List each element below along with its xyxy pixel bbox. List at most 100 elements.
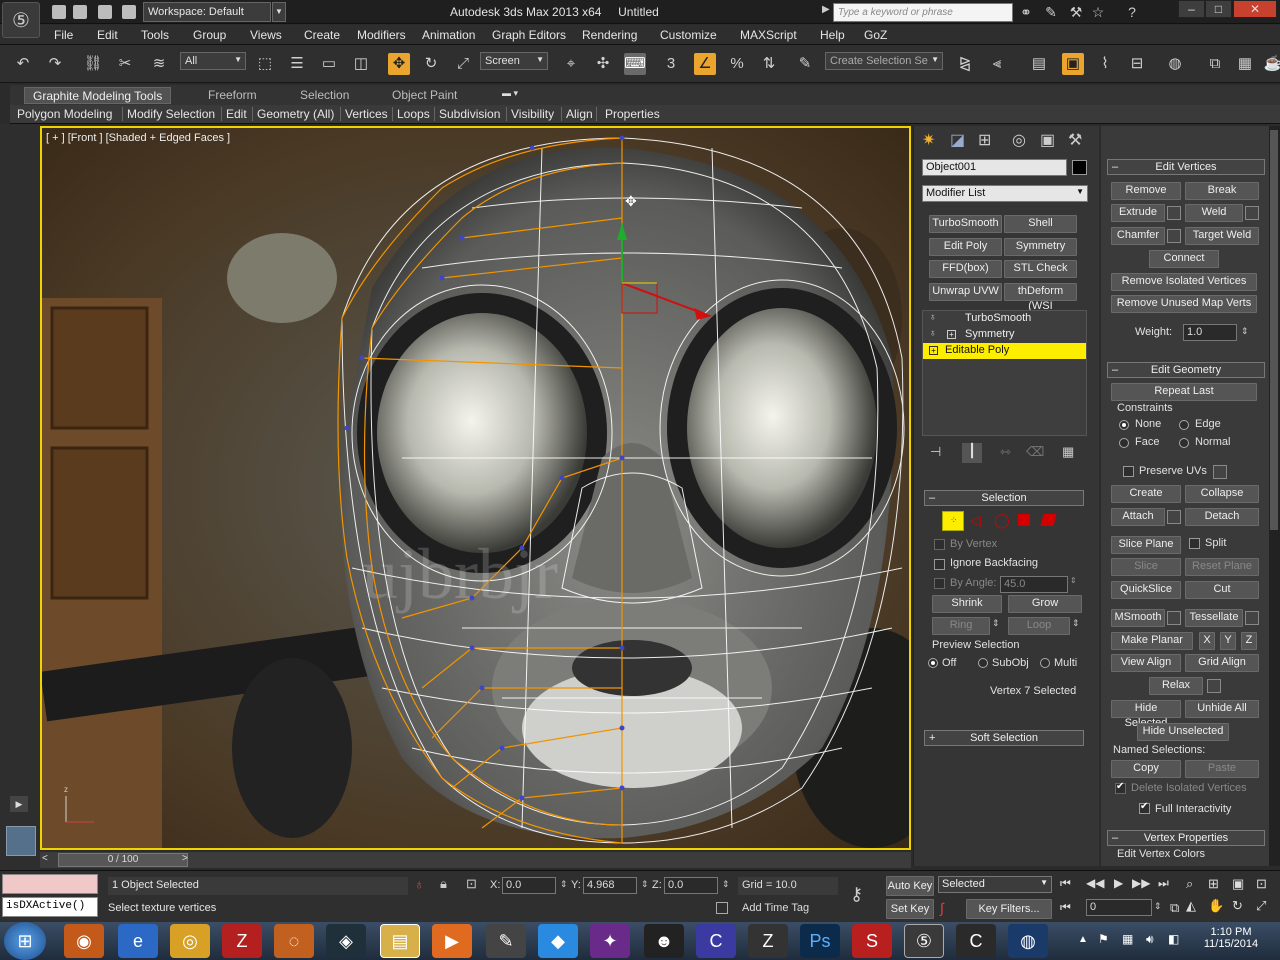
app-icon[interactable]: ☻ [644, 924, 684, 958]
selection-lock-icon[interactable]: 🔒︎ [440, 876, 447, 892]
chevron-down-icon[interactable]: ▼ [272, 2, 286, 22]
expand-arrow-icon[interactable]: ▶ [822, 4, 830, 15]
menu-modifiers[interactable]: Modifiers [357, 28, 406, 42]
grow-button[interactable]: Grow [1008, 595, 1082, 613]
object-name-field[interactable]: Object001 [922, 159, 1067, 176]
3ds-max-taskbar-icon[interactable]: ⑤ [904, 924, 944, 958]
weight-field[interactable]: 1.0 [1183, 324, 1237, 341]
time-slider[interactable]: < 0 / 100 > [40, 852, 911, 868]
spinner-icon[interactable]: ⇕ [1070, 576, 1077, 585]
panel-align[interactable]: Align [566, 107, 593, 121]
lightbulb-icon[interactable]: ♁ [929, 312, 937, 323]
key-filters-button[interactable]: Key Filters... [966, 899, 1052, 919]
expand-plus-icon[interactable]: + [947, 330, 956, 339]
copy-button[interactable]: Copy [1111, 760, 1181, 778]
preview-multi-radio[interactable] [1040, 658, 1050, 668]
ring-spinner-icon[interactable]: ⇕ [992, 618, 1000, 629]
panel-geometry-all[interactable]: Geometry (All) [257, 107, 334, 121]
hide-unselected-button[interactable]: Hide Unselected [1137, 723, 1229, 741]
stack-item-editable-poly[interactable]: + Editable Poly [923, 343, 1086, 359]
undo-icon[interactable]: ↶ [12, 53, 34, 75]
edit-poly-button[interactable]: Edit Poly [929, 238, 1002, 256]
z-spinner-icon[interactable]: ⇕ [722, 879, 730, 890]
detach-button[interactable]: Detach [1185, 508, 1259, 526]
panel-polygon-modeling[interactable]: Polygon Modeling [17, 107, 112, 121]
configure-modifier-sets-icon[interactable]: ▦ [1062, 444, 1074, 460]
maxscript-mini-input[interactable]: isDXActive() [2, 897, 98, 917]
modify-tab-icon[interactable]: ◪ [950, 130, 965, 150]
weld-button[interactable]: Weld [1185, 204, 1243, 222]
y-coordinate-field[interactable]: 4.968 [583, 877, 637, 894]
minimize-button[interactable]: – [1178, 0, 1205, 18]
keyboard-shortcut-override-icon[interactable]: ⌨ [624, 53, 646, 75]
maximize-viewport-icon[interactable]: ⤢ [1256, 898, 1266, 914]
relax-button[interactable]: Relax [1149, 677, 1203, 695]
angle-snap-icon[interactable]: ∠ [694, 53, 716, 75]
named-selection-dropdown[interactable]: Create Selection Se ▼ [825, 52, 943, 70]
tab-graphite-modeling-tools[interactable]: Graphite Modeling Tools [24, 87, 172, 104]
motion-tab-icon[interactable]: ◎ [1012, 130, 1026, 150]
firefox-icon[interactable]: ◉ [64, 924, 104, 958]
menu-group[interactable]: Group [193, 28, 226, 42]
ribbon-options-icon[interactable]: ▬ ▾ [502, 88, 518, 99]
workspace-dropdown[interactable]: Workspace: Default [143, 2, 271, 22]
unhide-all-button[interactable]: Unhide All [1185, 700, 1259, 718]
menu-create[interactable]: Create [304, 28, 340, 42]
dropbox-icon[interactable]: ◆ [538, 924, 578, 958]
constraint-normal-radio[interactable] [1179, 438, 1189, 448]
remove-button[interactable]: Remove [1111, 182, 1181, 200]
previous-frame-icon[interactable]: ◀◀ [1086, 876, 1104, 890]
extrude-button[interactable]: Extrude [1111, 204, 1165, 222]
pan-view-icon[interactable]: ✋ [1208, 898, 1224, 914]
pivot-center-icon[interactable]: ⌖ [560, 53, 582, 75]
vertex-mode-icon[interactable]: ⁘ [942, 511, 964, 531]
panel-properties[interactable]: Properties [605, 107, 660, 121]
move-icon[interactable]: ✥ [388, 53, 410, 75]
panel-vertices[interactable]: Vertices [345, 107, 388, 121]
connect-button[interactable]: Connect [1149, 250, 1219, 268]
maximize-button[interactable]: □ [1205, 0, 1232, 18]
chrome-icon[interactable]: ◎ [170, 924, 210, 958]
clock[interactable]: 1:10 PM 11/15/2014 [1196, 926, 1266, 950]
time-configuration-icon[interactable]: ⧉ [1170, 900, 1179, 916]
reference-coord-dropdown[interactable]: Screen ▼ [480, 52, 548, 70]
reset-plane-button[interactable]: Reset Plane [1185, 558, 1259, 576]
subscription-icon[interactable]: ⚒ [1068, 4, 1084, 20]
object-color-swatch[interactable] [1072, 160, 1087, 175]
play-icon[interactable]: ▶ [1114, 876, 1123, 890]
msmooth-button[interactable]: MSmooth [1111, 609, 1165, 627]
constraint-face-radio[interactable] [1119, 438, 1129, 448]
x-spinner-icon[interactable]: ⇕ [560, 879, 568, 890]
zoom-icon[interactable]: ⌕ [1186, 876, 1193, 892]
border-mode-icon[interactable]: ◯ [994, 512, 1010, 529]
menu-file[interactable]: File [54, 28, 73, 42]
tessellate-button[interactable]: Tessellate [1185, 609, 1243, 627]
panel-visibility[interactable]: Visibility [511, 107, 554, 121]
favorites-star-icon[interactable]: ☆ [1090, 4, 1106, 20]
frame-spinner-icon[interactable]: ⇕ [1154, 901, 1162, 912]
cut-button[interactable]: Cut [1185, 581, 1259, 599]
maxscript-listener-field[interactable] [2, 874, 98, 894]
zoom-all-icon[interactable]: ⊞ [1208, 876, 1219, 892]
link-icon[interactable]: ⛓ [82, 53, 104, 75]
volume-icon[interactable]: 🔊︎ [1146, 932, 1154, 947]
make-planar-button[interactable]: Make Planar [1111, 632, 1193, 650]
chamfer-settings-icon[interactable] [1167, 229, 1181, 243]
preserve-uvs-settings-icon[interactable] [1213, 465, 1227, 479]
default-in-out-tangent-icon[interactable]: ∫ [940, 900, 944, 916]
show-hidden-icons-icon[interactable]: ▲ [1078, 934, 1088, 945]
app-icon[interactable]: ◌ [274, 924, 314, 958]
go-to-start-icon[interactable]: ⏮ [1060, 876, 1071, 891]
weld-settings-icon[interactable] [1245, 206, 1259, 220]
current-frame-field[interactable]: 0 [1086, 899, 1152, 916]
material-editor-icon[interactable]: ◍ [1164, 53, 1186, 75]
polygon-mode-icon[interactable] [1018, 514, 1030, 526]
shrink-button[interactable]: Shrink [932, 595, 1002, 613]
planar-x-button[interactable]: X [1199, 632, 1215, 650]
symmetry-button[interactable]: Symmetry [1004, 238, 1077, 256]
edit-named-selection-icon[interactable]: ✎ [794, 53, 816, 75]
menu-help[interactable]: Help [820, 28, 845, 42]
zbrush-icon[interactable]: Z [748, 924, 788, 958]
close-button[interactable]: ✕ [1233, 0, 1277, 18]
constraint-none-radio[interactable] [1119, 420, 1129, 430]
